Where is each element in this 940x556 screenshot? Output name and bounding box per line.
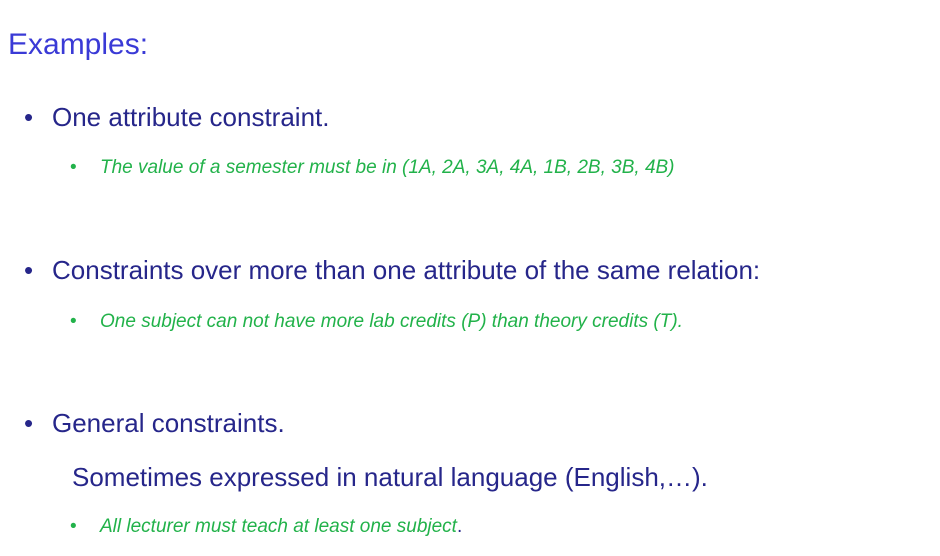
sub-bullet-text: The value of a semester must be in (1A, … [100,157,675,178]
bullet-item-one-attribute: • One attribute constraint. [24,102,329,133]
sub-bullet-text: One subject can not have more lab credit… [100,311,683,332]
sub-bullet-period: . [456,516,463,537]
sub-bullet-lecturer: • All lecturer must teach at least one su… [70,516,462,538]
general-constraints-note: Sometimes expressed in natural language … [72,462,708,492]
bullet-marker: • [24,102,34,132]
sub-bullet-semester-values: • The value of a semester must be in (1A,… [70,157,675,179]
bullet-text: Constraints over more than one attribute… [52,255,761,285]
bullet-marker: • [24,408,34,438]
bullet-item-general: • General constraints. [24,408,285,439]
bullet-text: General constraints. [52,408,285,438]
bullet-marker: • [24,255,34,285]
slide-title: Examples: [8,28,149,61]
sub-bullet-marker: • [70,516,77,537]
sub-bullet-marker: • [70,311,77,332]
bullet-item-multi-attribute: • Constraints over more than one attribut… [24,255,760,286]
sub-bullet-lab-credits: • One subject can not have more lab credi… [70,311,683,333]
sub-bullet-marker: • [70,157,77,178]
sub-bullet-text: All lecturer must teach at least one sub… [100,516,457,537]
bullet-text: One attribute constraint. [52,102,330,132]
